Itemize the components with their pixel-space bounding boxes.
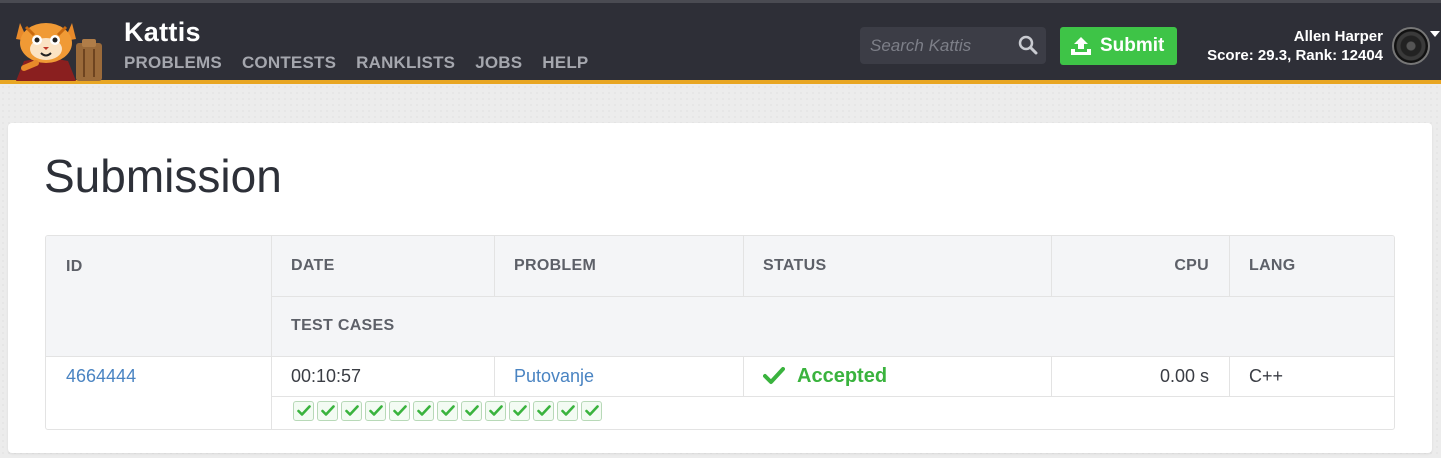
test-case-passed[interactable] [365, 401, 386, 421]
test-case-passed[interactable] [317, 401, 338, 421]
test-case-passed[interactable] [557, 401, 578, 421]
divider [494, 356, 495, 396]
check-icon [344, 405, 359, 416]
submission-card: Submission ID DATE PROBLEM STATUS CPU LA… [8, 123, 1432, 453]
divider [1051, 236, 1052, 296]
test-case-passed[interactable] [461, 401, 482, 421]
check-icon [763, 367, 785, 384]
search-box [860, 27, 1046, 64]
user-info[interactable]: Allen Harper Score: 29.3, Rank: 12404 [1207, 27, 1383, 65]
submission-date: 00:10:57 [291, 365, 362, 386]
problem-link[interactable]: Putovanje [514, 356, 594, 396]
test-case-passed[interactable] [389, 401, 410, 421]
header-test-cases: TEST CASES [271, 296, 1394, 356]
nav-ranklists[interactable]: RANKLISTS [356, 53, 455, 73]
status-accepted: Accepted [797, 364, 888, 387]
check-icon [440, 405, 455, 416]
test-case-passed[interactable] [437, 401, 458, 421]
check-icon [320, 405, 335, 416]
avatar[interactable] [1392, 27, 1430, 65]
test-case-passed[interactable] [413, 401, 434, 421]
header-status: STATUS [743, 236, 1051, 296]
divider [494, 236, 495, 296]
submission-id-link[interactable]: 4664444 [66, 356, 136, 396]
upload-icon [1071, 37, 1091, 55]
check-icon [392, 405, 407, 416]
divider [271, 236, 272, 429]
test-case-passed[interactable] [341, 401, 362, 421]
caret-down-icon[interactable] [1430, 31, 1440, 37]
kattis-logo[interactable] [6, 13, 110, 83]
top-navbar: Kattis PROBLEMS CONTESTS RANKLISTS JOBS … [0, 0, 1441, 84]
submission-table: ID DATE PROBLEM STATUS CPU LANG TEST CAS… [45, 235, 1395, 430]
divider [743, 356, 744, 396]
test-case-passed[interactable] [581, 401, 602, 421]
header-id: ID [46, 236, 271, 356]
check-icon [464, 405, 479, 416]
nav-jobs[interactable]: JOBS [475, 53, 522, 73]
test-case-passed[interactable] [485, 401, 506, 421]
header-cpu: CPU [1051, 236, 1229, 296]
check-icon [416, 405, 431, 416]
divider [743, 236, 744, 296]
nav-contests[interactable]: CONTESTS [242, 53, 336, 73]
check-icon [488, 405, 503, 416]
test-case-passed[interactable] [293, 401, 314, 421]
check-icon [296, 405, 311, 416]
test-case-passed[interactable] [533, 401, 554, 421]
divider [1229, 236, 1230, 296]
status-cell: Accepted [763, 356, 887, 396]
language: C++ [1249, 365, 1284, 386]
check-icon [584, 405, 599, 416]
user-name: Allen Harper [1293, 28, 1383, 45]
header-lang: LANG [1229, 236, 1394, 296]
user-stats: Score: 29.3, Rank: 12404 [1207, 47, 1383, 64]
divider [271, 396, 1394, 397]
header-date: DATE [271, 236, 494, 296]
search-icon[interactable] [1018, 35, 1038, 55]
cpu-time: 0.00 s [1159, 365, 1209, 386]
page-title: Submission [44, 150, 282, 202]
nav-problems[interactable]: PROBLEMS [124, 53, 222, 73]
brand-title[interactable]: Kattis [124, 17, 201, 48]
nav-help[interactable]: HELP [542, 53, 588, 73]
divider [1229, 356, 1230, 396]
divider [271, 296, 1394, 297]
main-nav: PROBLEMS CONTESTS RANKLISTS JOBS HELP [124, 53, 588, 73]
check-icon [368, 405, 383, 416]
check-icon [560, 405, 575, 416]
header-problem: PROBLEM [494, 236, 743, 296]
check-icon [536, 405, 551, 416]
test-case-passed[interactable] [509, 401, 530, 421]
check-icon [512, 405, 527, 416]
submit-label: Submit [1100, 35, 1165, 56]
test-cases-row [293, 401, 602, 421]
submit-button[interactable]: Submit [1060, 27, 1177, 65]
